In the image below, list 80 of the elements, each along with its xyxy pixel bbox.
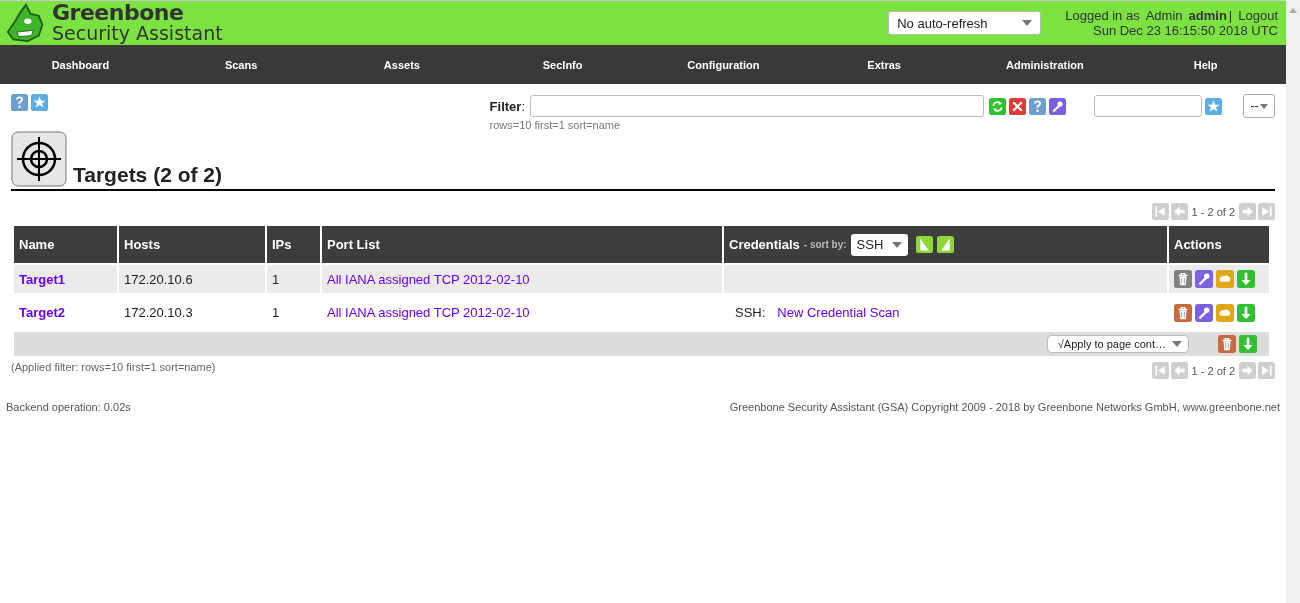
- previous-page-icon[interactable]: [1170, 362, 1188, 379]
- download-icon[interactable]: [1237, 303, 1255, 322]
- nav-menu-item[interactable]: Help: [1125, 58, 1286, 71]
- hosts-text: 172.20.10.3: [124, 305, 193, 320]
- ip-count: 1: [272, 305, 280, 320]
- filter-label: Filter:: [489, 98, 525, 114]
- date-time: Sun Dec 23 16:15:50 2018 UTC: [1093, 23, 1278, 38]
- credential-link[interactable]: New Credential Scan: [777, 305, 900, 320]
- nav-menu-item[interactable]: Extras: [803, 58, 965, 71]
- credential-type: SSH:: [735, 305, 766, 320]
- sort-by-label: - sort by:: [803, 239, 847, 250]
- next-page-icon[interactable]: [1239, 203, 1256, 220]
- filter-input[interactable]: [530, 95, 984, 117]
- copyright-text: Greenbone Security Assistant (GSA) Copyright 2009 - 2018 by Greenbone Networks GmbH, www.greenbone.net: [729, 401, 1280, 413]
- last-page-icon[interactable]: [1258, 362, 1275, 379]
- star-icon[interactable]: [31, 94, 48, 111]
- column-header[interactable]: Name: [19, 237, 55, 252]
- brand-subtitle: Security Assistant: [52, 23, 223, 44]
- nav-menu-item[interactable]: SecInfo: [482, 58, 643, 71]
- next-page-icon[interactable]: [1239, 362, 1256, 379]
- wrench-icon[interactable]: [1195, 270, 1213, 288]
- sheep-icon[interactable]: [1216, 270, 1234, 288]
- scrollbar[interactable]: [1286, 0, 1300, 603]
- wrench-icon[interactable]: [1195, 303, 1213, 322]
- column-header[interactable]: Port List: [327, 237, 380, 252]
- close-icon[interactable]: [1009, 97, 1026, 115]
- separator: |: [1228, 8, 1233, 23]
- port-list-link[interactable]: All IANA assigned TCP 2012-02-10: [327, 305, 530, 320]
- column-header[interactable]: IPs: [272, 237, 292, 252]
- nav-menu-item[interactable]: Administration: [964, 58, 1126, 71]
- column-header[interactable]: Hosts: [124, 237, 161, 252]
- trash-icon[interactable]: [1218, 335, 1236, 353]
- help-icon[interactable]: [11, 94, 28, 111]
- wrench-icon[interactable]: [1049, 97, 1066, 115]
- sheep-icon[interactable]: [1216, 303, 1234, 322]
- crosshair-icon: [11, 131, 67, 187]
- auto-refresh-select[interactable]: No auto-refresh: [888, 11, 1042, 35]
- user-role: Admin: [1145, 8, 1183, 23]
- sort-ascending-icon[interactable]: [915, 236, 933, 253]
- first-page-icon[interactable]: [1151, 362, 1169, 379]
- filter-hint: rows=10 first=1 sort=name: [489, 119, 622, 131]
- first-page-icon[interactable]: [1151, 203, 1169, 220]
- brand-name: Greenbone: [52, 2, 185, 23]
- column-header[interactable]: Actions: [1174, 237, 1222, 252]
- caret-icon: [1022, 20, 1033, 26]
- nav-menu-item[interactable]: Configuration: [643, 58, 804, 71]
- username: admin: [1188, 8, 1227, 23]
- last-page-icon[interactable]: [1258, 203, 1275, 220]
- ip-count: 1: [272, 271, 280, 287]
- refresh-icon[interactable]: [989, 97, 1006, 115]
- page-title: Targets (2 of 2): [73, 163, 222, 187]
- previous-page-icon[interactable]: [1170, 203, 1188, 220]
- logged-in-label: Logged in as: [1065, 8, 1140, 23]
- help-icon[interactable]: [1029, 97, 1046, 115]
- dragon-head-icon: [6, 2, 46, 44]
- sort-by-select[interactable]: SSH: [850, 233, 908, 256]
- bulk-action-select[interactable]: √Apply to page cont…: [1046, 335, 1189, 353]
- backend-time: Backend operation: 0.02s: [6, 401, 131, 413]
- logout-link[interactable]: Logout: [1238, 8, 1278, 23]
- column-header[interactable]: Credentials: [729, 237, 800, 252]
- star-icon[interactable]: [1205, 97, 1222, 115]
- filter-select[interactable]: --: [1243, 94, 1275, 118]
- caret-icon: [1172, 341, 1182, 347]
- nav-menu-item[interactable]: Scans: [160, 58, 322, 71]
- pagination-text: 1 - 2 of 2: [1191, 205, 1235, 218]
- caret-icon: [1259, 103, 1268, 109]
- nav-menu-item[interactable]: Dashboard: [0, 58, 161, 71]
- applied-filter-text: (Applied filter: rows=10 first=1 sort=name): [11, 361, 216, 373]
- download-icon[interactable]: [1239, 335, 1257, 353]
- nav-menu-item[interactable]: Assets: [321, 58, 483, 71]
- hosts-text: 172.20.10.6: [124, 271, 193, 287]
- caret-icon: [891, 241, 902, 248]
- pagination-text: 1 - 2 of 2: [1191, 364, 1235, 377]
- scroll-up-icon[interactable]: [1289, 8, 1297, 13]
- sort-descending-icon[interactable]: [936, 236, 954, 253]
- download-icon[interactable]: [1237, 270, 1255, 288]
- trash-icon[interactable]: [1174, 303, 1192, 322]
- target-name-link[interactable]: Target2: [19, 305, 65, 320]
- trash-icon[interactable]: [1174, 270, 1192, 288]
- filter-name-input[interactable]: [1094, 95, 1202, 117]
